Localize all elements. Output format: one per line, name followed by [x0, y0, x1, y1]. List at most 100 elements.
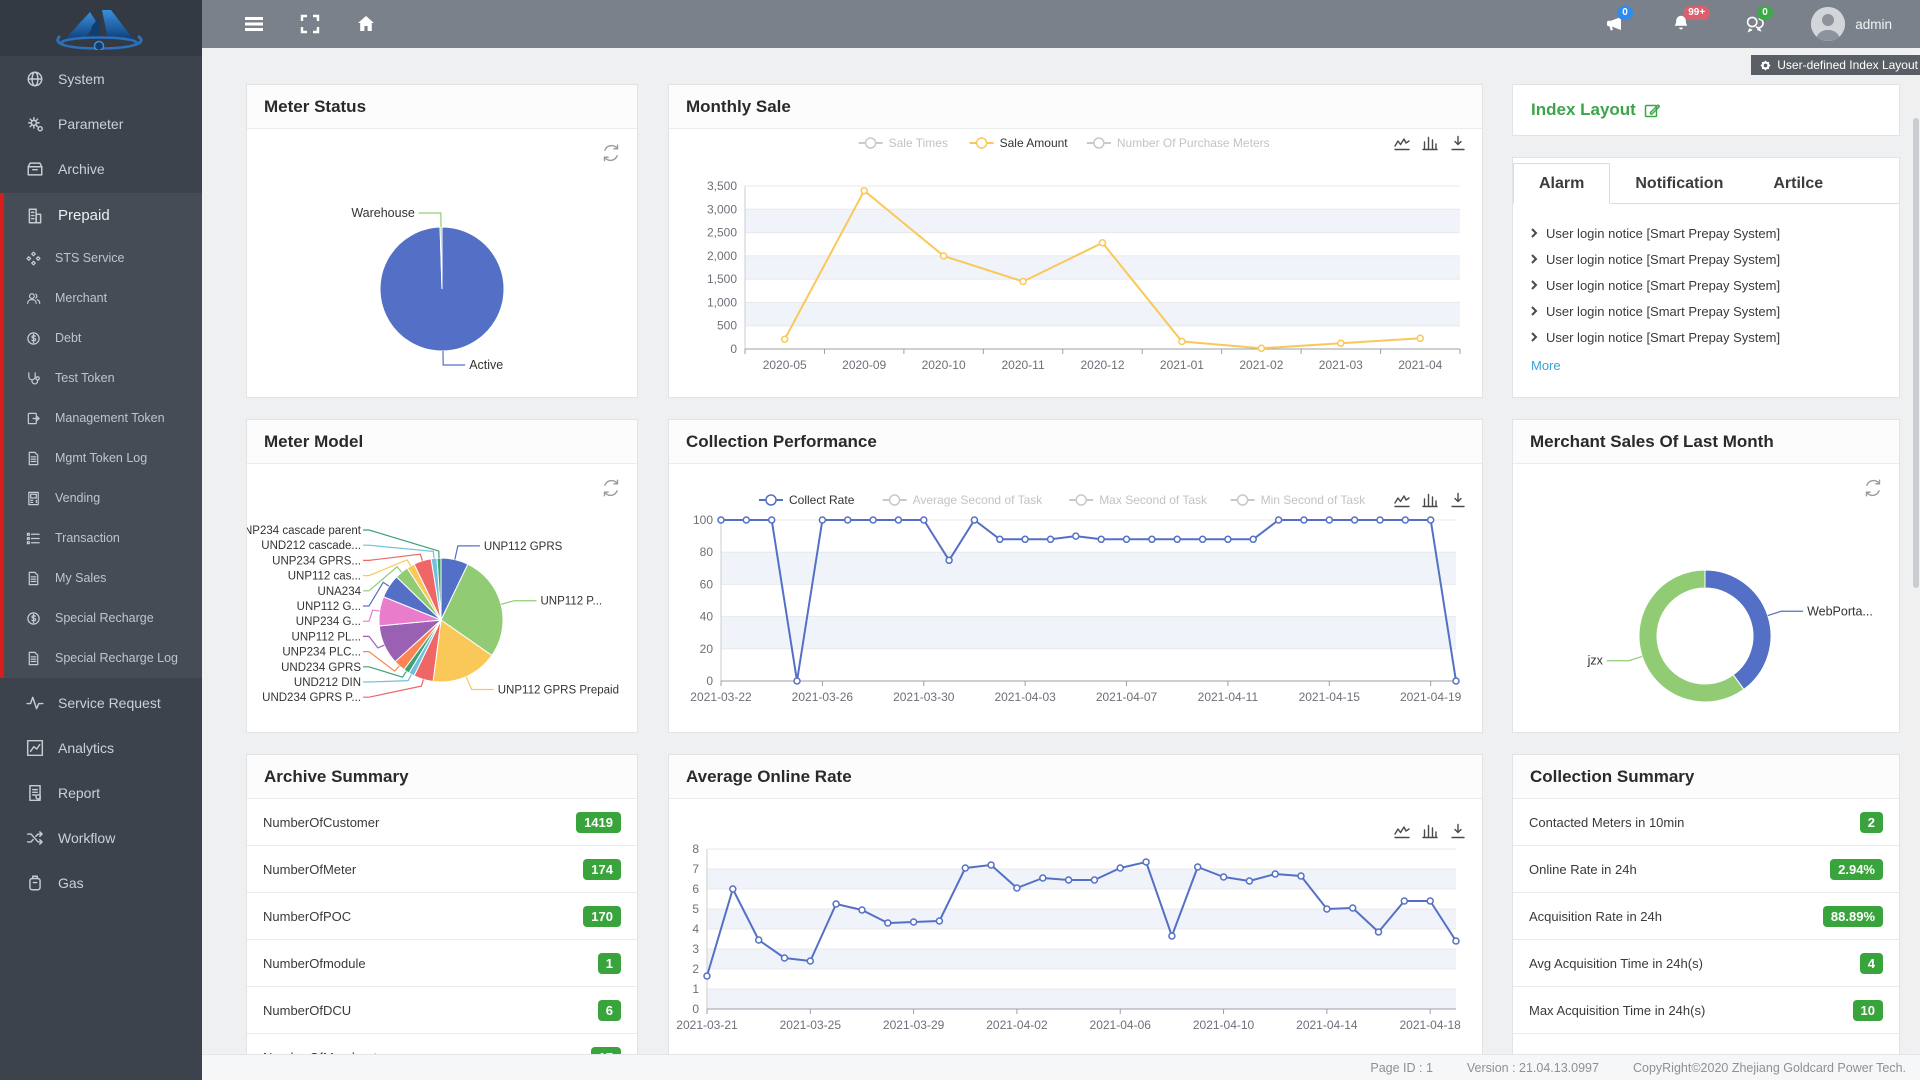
sidebar-item-gas[interactable]: Gas: [0, 860, 202, 905]
more-link[interactable]: More: [1531, 358, 1561, 373]
alarm-item[interactable]: User login notice [Smart Prepay System]: [1531, 246, 1881, 272]
summary-value-badge: 170: [583, 906, 621, 927]
svg-text:0: 0: [692, 1002, 699, 1016]
sidebar-item-analytics[interactable]: Analytics: [0, 725, 202, 770]
legend-number-of-purchase-meters[interactable]: Number Of Purchase Meters: [1087, 136, 1270, 150]
sidebar-item-workflow[interactable]: Workflow: [0, 815, 202, 860]
legend-min-second-of-task[interactable]: Min Second of Task: [1231, 493, 1367, 507]
user-avatar[interactable]: [1811, 7, 1845, 41]
sidebar-item-report[interactable]: Report: [0, 770, 202, 815]
tab-alarm[interactable]: Alarm: [1513, 163, 1610, 204]
legend-collect-rate[interactable]: Collect Rate: [759, 493, 855, 507]
pie-label-unp234-plc: UNP234 PLC...: [282, 647, 361, 659]
alarm-item[interactable]: User login notice [Smart Prepay System]: [1531, 272, 1881, 298]
alarm-list: User login notice [Smart Prepay System]U…: [1513, 204, 1899, 375]
coin-icon: [26, 611, 41, 626]
card-collection-performance: Collection Performance 1008060402002021-…: [668, 419, 1483, 733]
legend-average-second-of-task[interactable]: Average Second of Task: [883, 493, 1044, 507]
sidebar-item-merchant[interactable]: Merchant: [4, 278, 202, 318]
sidebar-item-system[interactable]: System: [0, 56, 202, 101]
line-chart-icon[interactable]: [1394, 492, 1410, 508]
pie-label-unp234-g: UNP234 G...: [296, 616, 361, 628]
fullscreen-icon[interactable]: [300, 14, 320, 34]
edit-icon: [1644, 102, 1660, 118]
svg-text:80: 80: [700, 545, 714, 559]
summary-value-badge: 6: [598, 1000, 621, 1021]
announcement-icon[interactable]: 0: [1605, 14, 1625, 34]
sidebar-item-label: Gas: [58, 875, 84, 891]
pie-label-active: Active: [469, 358, 503, 372]
summary-value-badge: 2: [1860, 812, 1883, 833]
summary-value-badge: 174: [583, 859, 621, 880]
download-icon[interactable]: [1450, 823, 1466, 839]
sidebar-item-archive[interactable]: Archive: [0, 146, 202, 191]
sidebar-item-my-sales[interactable]: My Sales: [4, 558, 202, 598]
alarm-item[interactable]: User login notice [Smart Prepay System]: [1531, 220, 1881, 246]
alarm-item[interactable]: User login notice [Smart Prepay System]: [1531, 298, 1881, 324]
alarm-item-text: User login notice [Smart Prepay System]: [1546, 252, 1780, 267]
index-layout-link[interactable]: Index Layout: [1513, 85, 1899, 135]
tab-artilce[interactable]: Artilce: [1748, 164, 1848, 203]
sidebar-item-mgmt-token-log[interactable]: Mgmt Token Log: [4, 438, 202, 478]
sidebar-item-vending[interactable]: Vending: [4, 478, 202, 518]
legend-max-second-of-task[interactable]: Max Second of Task: [1069, 493, 1208, 507]
sidebar-item-special-recharge-log[interactable]: Special Recharge Log: [4, 638, 202, 678]
collection-summary-rows: Contacted Meters in 10min2Online Rate in…: [1513, 799, 1899, 1054]
summary-value-badge: 1: [598, 953, 621, 974]
alarm-tabs: AlarmNotificationArtilce: [1513, 158, 1899, 204]
sidebar-item-service-request[interactable]: Service Request: [0, 680, 202, 725]
card-merchant-sales: Merchant Sales Of Last Month WebPorta...…: [1512, 419, 1900, 733]
cluster-icon: [26, 251, 41, 266]
meter-model-chart: UNP112 GPRSUNP112 P...UNP112 GPRS Prepai…: [247, 464, 637, 731]
messages-icon[interactable]: 0: [1745, 14, 1765, 34]
summary-row-numberofcustomer: NumberOfCustomer1419: [247, 799, 637, 846]
pie-slice-webporta[interactable]: [1705, 570, 1771, 689]
bar-chart-icon[interactable]: [1422, 492, 1438, 508]
svg-text:2021-04-10: 2021-04-10: [1193, 1018, 1255, 1032]
sidebar-item-sts-service[interactable]: STS Service: [4, 238, 202, 278]
chevron-right-icon: [1531, 228, 1538, 238]
chevron-right-icon: [1531, 306, 1538, 316]
pie-label-warehouse: Warehouse: [351, 206, 415, 220]
sidebar-item-parameter[interactable]: Parameter: [0, 101, 202, 146]
gears-icon: [26, 115, 44, 133]
card-title: Merchant Sales Of Last Month: [1513, 420, 1899, 464]
pie-label-und234-gprs-p: UND234 GPRS P...: [262, 692, 361, 704]
alarm-item-text: User login notice [Smart Prepay System]: [1546, 330, 1780, 345]
svg-text:2,500: 2,500: [707, 226, 737, 240]
scrollbar-track[interactable]: [1912, 48, 1920, 1054]
sidebar-item-test-token[interactable]: Test Token: [4, 358, 202, 398]
brand-logo[interactable]: [0, 0, 202, 56]
sidebar-item-special-recharge[interactable]: Special Recharge: [4, 598, 202, 638]
summary-label: NumberOfDCU: [263, 1003, 351, 1018]
legend-sale-amount[interactable]: Sale Amount: [970, 136, 1069, 150]
notification-bell-icon[interactable]: 99+: [1671, 14, 1691, 34]
sidebar-item-label: Special Recharge: [55, 611, 154, 625]
sidebar-item-transaction[interactable]: Transaction: [4, 518, 202, 558]
sidebar-item-prepaid[interactable]: Prepaid: [4, 193, 202, 238]
summary-value-badge: 4: [1860, 953, 1883, 974]
sidebar-item-management-token[interactable]: Management Token: [4, 398, 202, 438]
home-icon[interactable]: [356, 14, 376, 34]
username[interactable]: admin: [1855, 17, 1892, 32]
svg-text:2021-02: 2021-02: [1239, 358, 1283, 372]
sidebar-item-debt[interactable]: Debt: [4, 318, 202, 358]
bar-chart-icon[interactable]: [1422, 823, 1438, 839]
bar-chart-icon[interactable]: [1422, 135, 1438, 151]
tab-notification[interactable]: Notification: [1610, 164, 1748, 203]
scrollbar-thumb[interactable]: [1913, 118, 1919, 588]
line-chart-icon[interactable]: [1394, 135, 1410, 151]
legend-sale-times[interactable]: Sale Times: [859, 136, 948, 150]
archive-summary-rows: NumberOfCustomer1419NumberOfMeter174Numb…: [247, 799, 637, 1054]
svg-text:500: 500: [717, 319, 737, 333]
sidebar-item-label: Parameter: [58, 116, 123, 132]
svg-text:100: 100: [693, 513, 713, 527]
download-icon[interactable]: [1450, 135, 1466, 151]
menu-toggle-icon[interactable]: [244, 14, 264, 34]
index-layout-label: Index Layout: [1531, 100, 1636, 120]
notification-badge: 99+: [1683, 6, 1710, 20]
alarm-item[interactable]: User login notice [Smart Prepay System]: [1531, 324, 1881, 350]
line-chart-icon[interactable]: [1394, 823, 1410, 839]
card-meter-status: Meter Status ActiveWarehouse: [246, 84, 638, 398]
download-icon[interactable]: [1450, 492, 1466, 508]
